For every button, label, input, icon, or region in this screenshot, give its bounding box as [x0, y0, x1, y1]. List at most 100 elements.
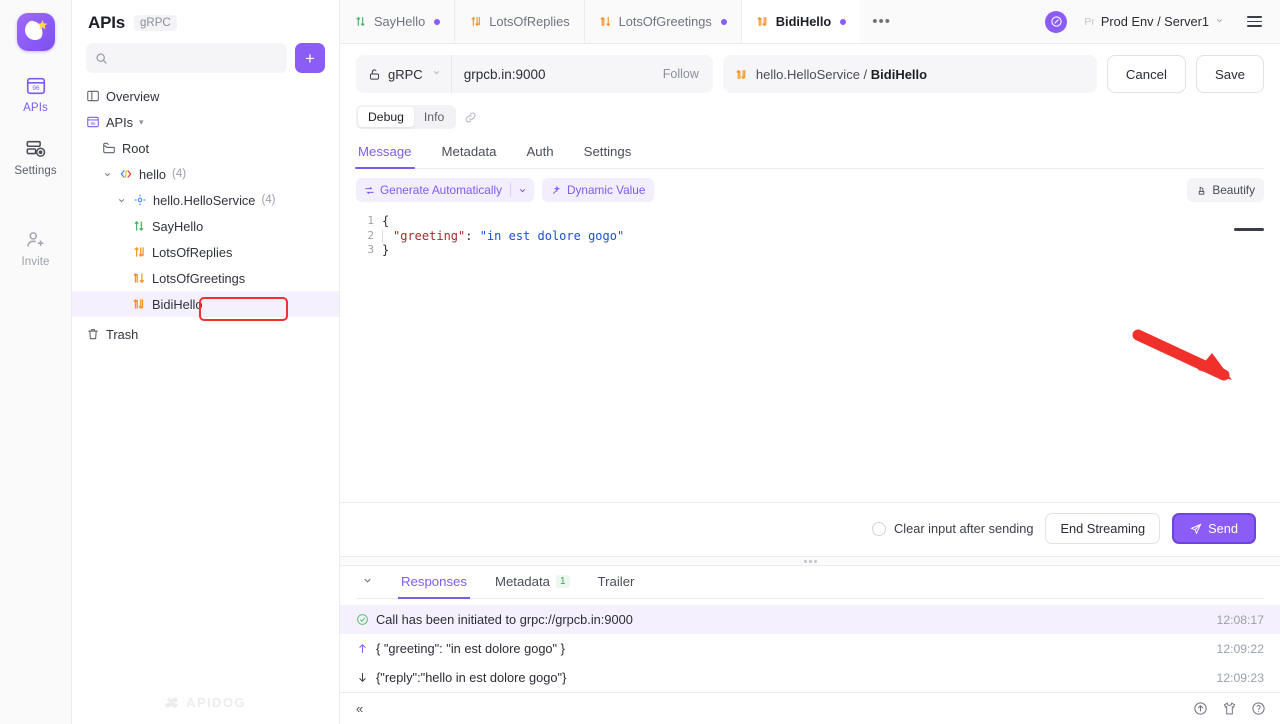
sidebar-item-overview[interactable]: Overview	[72, 83, 339, 109]
chevron-down-icon[interactable]: ▾	[139, 117, 144, 128]
tree-label: Trash	[106, 327, 138, 342]
magic-wand-icon	[551, 185, 562, 196]
chevron-down-icon[interactable]	[102, 170, 113, 179]
response-row[interactable]: Call has been initiated to grpc://grpcb.…	[340, 605, 1280, 634]
method-path-box[interactable]: hello.HelloService / BidiHello	[723, 55, 1097, 93]
search-input[interactable]	[114, 51, 278, 65]
apis-icon: 96	[86, 115, 100, 129]
rail-item-apis[interactable]: 96 APIs	[6, 75, 66, 114]
environment-selector[interactable]: Pr Prod Env / Server1	[1076, 8, 1232, 36]
shirt-icon[interactable]	[1222, 701, 1237, 716]
generate-automatically-button[interactable]: Generate Automatically	[356, 178, 534, 202]
line-number: 3	[356, 243, 382, 258]
json-editor[interactable]: 1 { 2 "greeting": "in est dolore gogo" 3…	[356, 208, 1264, 502]
search-box[interactable]	[86, 43, 287, 73]
cancel-button[interactable]: Cancel	[1107, 55, 1186, 93]
collapse-sidebar-button[interactable]: «	[356, 701, 362, 716]
beautify-button[interactable]: Beautify	[1187, 178, 1264, 202]
code-text: {	[382, 214, 1264, 229]
response-text: { "greeting": "in est dolore gogo" }	[376, 641, 1205, 656]
sidebar-item-trash[interactable]: Trash	[72, 321, 339, 347]
tabbar-right-controls: Pr Prod Env / Server1	[1045, 0, 1280, 43]
panel-splitter[interactable]	[340, 556, 1280, 566]
tab-bidihello[interactable]: BidiHello	[742, 0, 860, 43]
responses-panel: Responses Metadata 1 Trailer Call has bee…	[340, 566, 1280, 692]
sidebar-item-helloservice[interactable]: hello.HelloService (4)	[72, 187, 339, 213]
save-button[interactable]: Save	[1196, 55, 1264, 93]
rail-item-invite[interactable]: Invite	[6, 229, 66, 268]
rail-item-label: Invite	[21, 256, 49, 268]
tab-sayhello[interactable]: SayHello	[340, 0, 455, 43]
upload-circle-icon[interactable]	[1193, 701, 1208, 716]
clear-input-checkbox[interactable]	[872, 522, 886, 536]
tab-trailer[interactable]: Trailer	[596, 566, 637, 598]
send-button[interactable]: Send	[1172, 513, 1256, 544]
code-line: 1 {	[356, 214, 1264, 229]
menu-icon[interactable]	[1241, 10, 1268, 33]
tab-responses[interactable]: Responses	[399, 566, 469, 598]
watermark-label: APIDOG	[186, 695, 246, 710]
sidebar-item-bidihello[interactable]: BidiHello	[72, 291, 339, 317]
tab-metadata[interactable]: Metadata	[440, 138, 499, 168]
sidebar-protocol-chip: gRPC	[134, 15, 177, 31]
editor-tabbar: SayHello LotsOfReplies LotsOfGreetings B…	[340, 0, 1280, 44]
help-circle-icon[interactable]	[1251, 701, 1266, 716]
url-box: gRPC grpcb.in:9000 Follow	[356, 55, 713, 93]
line-number: 1	[356, 214, 382, 229]
sidebar-item-root[interactable]: Root	[72, 135, 339, 161]
method-path-text: hello.HelloService / BidiHello	[756, 67, 927, 82]
chevron-down-icon[interactable]	[511, 178, 534, 202]
mode-info[interactable]: Info	[414, 107, 454, 127]
add-button[interactable]: +	[295, 43, 325, 73]
search-icon	[95, 52, 108, 65]
main-area: SayHello LotsOfReplies LotsOfGreetings B…	[340, 0, 1280, 724]
response-row[interactable]: { "greeting": "in est dolore gogo" } 12:…	[340, 634, 1280, 663]
sidebar-item-apis[interactable]: 96 APIs ▾	[72, 109, 339, 135]
trash-icon	[86, 327, 100, 341]
tab-lotsofreplies[interactable]: LotsOfReplies	[455, 0, 584, 43]
code-area[interactable]: 1 { 2 "greeting": "in est dolore gogo" 3…	[356, 208, 1264, 258]
rail-item-settings[interactable]: Settings	[6, 138, 66, 177]
tab-message[interactable]: Message	[356, 138, 414, 168]
runner-icon[interactable]	[1045, 11, 1067, 33]
apidog-logo[interactable]	[17, 13, 55, 51]
code-token: }	[382, 243, 389, 257]
service-icon	[133, 193, 147, 207]
link-icon[interactable]	[464, 111, 477, 124]
folder-icon	[102, 141, 116, 155]
sidebar-item-lotsofgreetings[interactable]: LotsOfGreetings	[72, 265, 339, 291]
sidebar-item-sayhello[interactable]: SayHello	[72, 213, 339, 239]
collapse-responses-button[interactable]	[362, 567, 373, 598]
apis-icon: 96	[25, 75, 47, 97]
end-streaming-button[interactable]: End Streaming	[1045, 513, 1160, 544]
code-line: 3 }	[356, 243, 1264, 258]
tab-overflow-button[interactable]: •••	[860, 0, 903, 43]
sidebar-item-hello[interactable]: hello (4)	[72, 161, 339, 187]
tab-label: Metadata	[495, 574, 550, 589]
broom-icon	[1196, 185, 1207, 196]
sidebar: APIs gRPC + Overview 96 APIs ▾	[72, 0, 340, 724]
response-time: 12:09:22	[1205, 642, 1264, 656]
tree-label: hello	[139, 167, 166, 182]
tab-auth[interactable]: Auth	[525, 138, 556, 168]
chevron-down-icon[interactable]	[116, 196, 127, 205]
unlock-icon	[368, 68, 381, 81]
code-text: }	[382, 243, 1264, 258]
clear-input-checkbox-row[interactable]: Clear input after sending	[872, 521, 1033, 536]
tab-label: Responses	[401, 574, 467, 589]
tree-label: Overview	[106, 89, 159, 104]
tab-settings[interactable]: Settings	[582, 138, 634, 168]
url-input[interactable]: grpcb.in:9000	[452, 67, 663, 82]
sidebar-item-lotsofreplies[interactable]: LotsOfReplies	[72, 239, 339, 265]
tab-lotsofgreetings[interactable]: LotsOfGreetings	[585, 0, 742, 43]
status-bar: «	[340, 692, 1280, 724]
protocol-selector[interactable]: gRPC	[356, 55, 452, 93]
dynamic-value-button[interactable]: Dynamic Value	[542, 178, 654, 202]
indent-guide	[382, 230, 383, 243]
mode-debug[interactable]: Debug	[358, 107, 414, 127]
tab-response-metadata[interactable]: Metadata 1	[493, 566, 572, 598]
metadata-count-badge: 1	[556, 575, 570, 588]
follow-button[interactable]: Follow	[663, 67, 713, 81]
bidi-stream-icon	[735, 68, 748, 81]
response-row[interactable]: {"reply":"hello in est dolore gogo"} 12:…	[340, 663, 1280, 692]
